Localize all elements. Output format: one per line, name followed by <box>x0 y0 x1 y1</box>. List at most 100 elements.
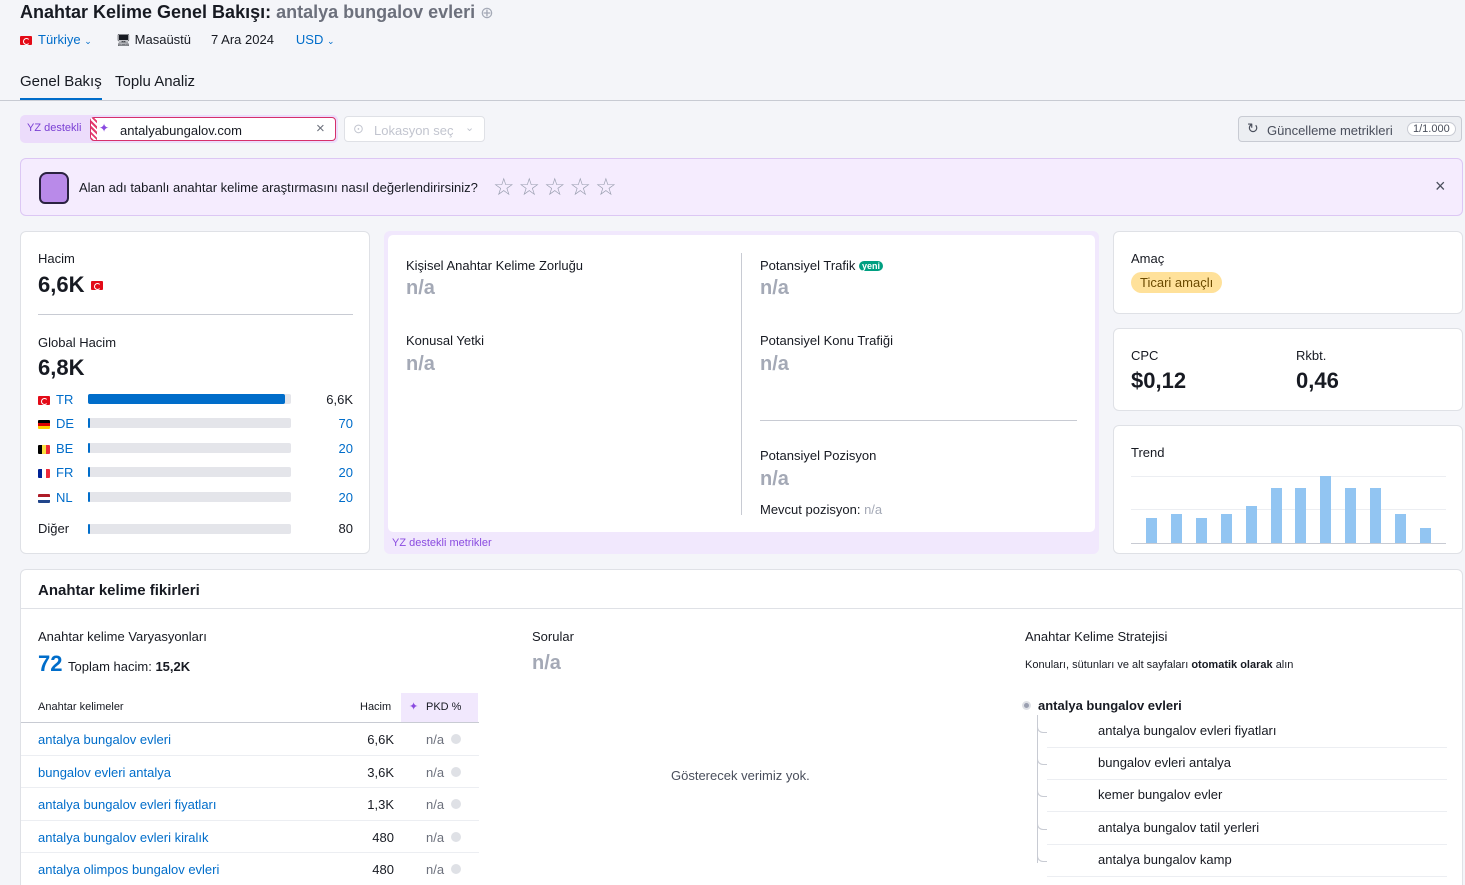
strategy-item[interactable]: bungalov evleri antalya <box>1037 748 1447 781</box>
pkd-dot-icon <box>451 767 461 778</box>
country-bar-fill <box>88 394 285 404</box>
trend-bar[interactable] <box>1146 518 1157 543</box>
position-label: Potansiyel Pozisyon <box>760 448 877 463</box>
trend-bar[interactable] <box>1419 527 1431 543</box>
update-metrics-button[interactable]: ↻ Güncelleme metrikleri 1/1.000 <box>1238 116 1462 142</box>
sparkle-icon: ✦ <box>409 701 419 713</box>
trend-bar[interactable] <box>1195 518 1207 543</box>
keyword-link[interactable]: antalya bungalov evleri <box>38 732 171 747</box>
trend-bar[interactable] <box>1170 514 1182 543</box>
keyword-volume: 480 <box>372 861 394 877</box>
location-select[interactable]: ⊙ Lokasyon seç ⌄ <box>344 116 485 142</box>
country-row-fr[interactable]: FR 20 <box>38 465 353 480</box>
domain-input[interactable]: ✦ antalyabungalov.com × <box>90 117 336 141</box>
trend-bar[interactable] <box>1320 475 1332 543</box>
country-row-de[interactable]: DE 70 <box>38 416 353 431</box>
tab-bulk-analysis[interactable]: Toplu Analiz <box>115 73 195 90</box>
fr-flag-icon <box>38 469 50 479</box>
country-bar-fill <box>88 418 91 429</box>
questions-label[interactable]: Sorular <box>532 629 574 644</box>
pkd-dot-icon <box>451 831 461 842</box>
other-bar <box>88 524 291 534</box>
strategy-description: Konuları, sütunları ve alt sayfaları oto… <box>1025 659 1294 671</box>
star-icon[interactable]: ☆ <box>570 174 592 201</box>
star-icon[interactable]: ☆ <box>595 174 617 201</box>
trend-bar[interactable] <box>1220 514 1232 543</box>
star-icon[interactable]: ☆ <box>519 174 541 201</box>
tree-connector <box>1037 812 1047 830</box>
header-filters: Türkiye ⌄ 🖥 Masaüstü 7 Ara 2024 USD ⌄ <box>20 32 335 47</box>
cpc-card: CPC $0,12 Rkbt. 0,46 <box>1113 328 1463 411</box>
trend-bar[interactable] <box>1245 506 1257 543</box>
total-volume: Toplam hacim: 15,2K <box>68 659 191 674</box>
turkey-flag-icon <box>90 281 103 290</box>
trend-bar[interactable] <box>1270 487 1282 543</box>
country-value[interactable]: 70 <box>339 416 353 431</box>
feedback-banner: Alan adı tabanlı anahtar kelime araştırm… <box>20 158 1463 216</box>
country-value[interactable]: 20 <box>339 465 353 480</box>
chevron-down-icon: ⌄ <box>84 36 92 46</box>
divider <box>1047 875 1447 877</box>
country-bar <box>88 442 291 453</box>
country-bar <box>88 418 291 429</box>
tab-overview[interactable]: Genel Bakış <box>20 73 102 100</box>
pkd-dot-icon <box>451 863 461 874</box>
keyword-pkd: n/a <box>426 732 445 747</box>
keyword-link[interactable]: antalya bungalov evleri kiralık <box>38 830 209 845</box>
clear-icon[interactable]: × <box>316 120 325 137</box>
strategy-root[interactable]: antalya bungalov evleri <box>1038 698 1182 713</box>
strategy-item[interactable]: kemer bungalov evler <box>1037 780 1447 813</box>
divider <box>38 314 353 315</box>
trend-bar[interactable] <box>1295 487 1307 543</box>
trend-bar[interactable] <box>1395 514 1406 543</box>
device-label: 🖥 Masaüstü <box>115 32 192 47</box>
feedback-question: Alan adı tabanlı anahtar kelime araştırm… <box>79 180 478 195</box>
country-row-tr[interactable]: TR 6,6K <box>38 392 353 407</box>
pkd-dot-icon <box>451 799 461 810</box>
country-row-be[interactable]: BE 20 <box>38 441 353 456</box>
turkey-flag-icon <box>20 36 32 46</box>
star-icon[interactable]: ☆ <box>493 174 515 201</box>
star-icon[interactable]: ☆ <box>544 174 566 201</box>
variations-label[interactable]: Anahtar kelime Varyasyonları <box>38 629 207 644</box>
intent-card: Amaç Ticari amaçlı <box>1113 231 1463 314</box>
country-bar-fill <box>88 491 91 502</box>
pkd-value: n/a <box>406 277 435 299</box>
close-icon[interactable]: × <box>1435 176 1446 197</box>
keyword-volume: 480 <box>372 829 394 845</box>
strategy-item[interactable]: antalya bungalov evleri fiyatları <box>1037 716 1447 748</box>
strategy-item[interactable]: antalya bungalov tatil yerleri <box>1037 812 1447 845</box>
questions-value: n/a <box>532 652 561 674</box>
page-title: Anahtar Kelime Genel Bakışı: antalya bun… <box>20 2 494 23</box>
country-value[interactable]: 20 <box>339 490 353 505</box>
strategy-item[interactable]: antalya bungalov kamp <box>1037 844 1447 877</box>
location-placeholder: Lokasyon seç <box>374 123 454 138</box>
country-row-nl[interactable]: NL 20 <box>38 490 353 505</box>
volume-label: Hacim <box>38 251 75 266</box>
keyword-link[interactable]: antalya olimpos bungalov evleri <box>38 862 219 877</box>
keyword-pkd: n/a <box>426 765 445 781</box>
tr-flag-icon <box>38 396 50 406</box>
currency-selector[interactable]: USD ⌄ <box>296 32 335 47</box>
country-selector[interactable]: Türkiye ⌄ <box>20 32 92 47</box>
strategy-label[interactable]: Anahtar Kelime Stratejisi <box>1025 629 1167 644</box>
pkd-column-header[interactable]: ✦ PKD % <box>401 693 478 722</box>
country-value[interactable]: 20 <box>339 441 353 456</box>
ideas-title: Anahtar kelime fikirleri <box>38 582 200 599</box>
country-bar <box>88 394 291 404</box>
volume-column-header[interactable]: Hacim <box>360 701 391 713</box>
trend-bar[interactable] <box>1370 487 1382 543</box>
keyword-pkd: n/a <box>426 861 445 877</box>
keyword-link[interactable]: bungalov evleri antalya <box>38 765 171 780</box>
chevron-down-icon: ⌄ <box>327 36 335 46</box>
tree-connector <box>1037 748 1047 766</box>
trend-bar[interactable] <box>1345 487 1357 543</box>
variations-count[interactable]: 72 <box>38 651 62 677</box>
keyword-link[interactable]: antalya bungalov evleri fiyatları <box>38 797 217 812</box>
strategy-item-label: kemer bungalov evler <box>1098 787 1223 803</box>
tree-root-dot <box>1022 701 1031 710</box>
cpc-label: CPC <box>1131 348 1159 363</box>
hand-illustration-icon <box>39 172 69 204</box>
add-circle-icon[interactable]: ⊕ <box>480 5 493 22</box>
desktop-icon: 🖥 <box>115 33 132 47</box>
